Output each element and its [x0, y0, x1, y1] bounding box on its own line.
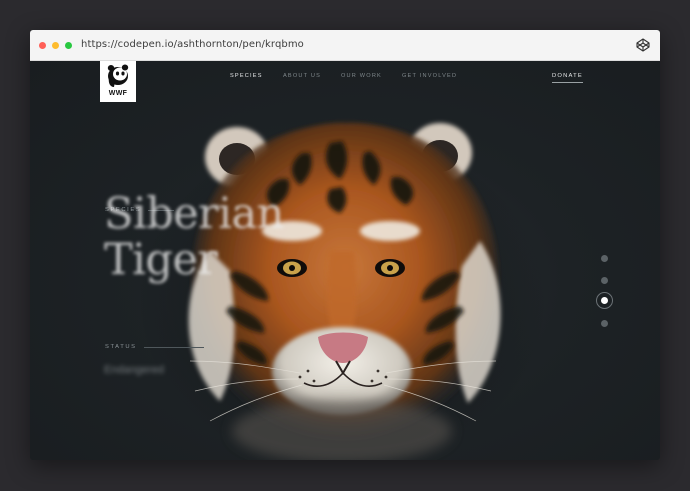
minimize-window-button[interactable]	[52, 42, 59, 49]
wwf-logo-text: WWF	[108, 90, 128, 97]
nav-item-our-work[interactable]: OUR WORK	[341, 73, 382, 79]
maximize-window-button[interactable]	[65, 42, 72, 49]
status-label: STATUS	[105, 344, 137, 350]
slide-pager	[596, 251, 613, 331]
species-name: Siberian Tiger	[104, 191, 284, 283]
pager-dot-1[interactable]	[601, 255, 608, 262]
nav-item-get-involved[interactable]: GET INVOLVED	[402, 73, 457, 79]
nav-item-species[interactable]: SPECIES	[230, 73, 263, 79]
species-name-line-1: Siberian	[104, 189, 284, 239]
nav-item-about-us[interactable]: ABOUT US	[283, 73, 321, 79]
species-name-line-2: Tiger	[104, 235, 218, 285]
pager-dot-3[interactable]	[601, 297, 608, 304]
status-value: Endangered	[104, 364, 164, 376]
browser-titlebar: https://codepen.io/ashthornton/pen/krqbm…	[30, 30, 660, 61]
main-nav: SPECIES ABOUT US OUR WORK GET INVOLVED D…	[30, 73, 660, 87]
donate-link[interactable]: DONATE	[552, 73, 583, 83]
close-window-button[interactable]	[39, 42, 46, 49]
status-label-divider	[144, 347, 204, 348]
pager-dot-4[interactable]	[601, 320, 608, 327]
browser-window: https://codepen.io/ashthornton/pen/krqbm…	[30, 30, 660, 460]
web-page: WWF SPECIES ABOUT US OUR WORK GET INVOLV…	[30, 61, 660, 460]
pager-dot-2[interactable]	[601, 277, 608, 284]
codepen-icon[interactable]	[636, 38, 650, 52]
address-bar[interactable]: https://codepen.io/ashthornton/pen/krqbm…	[81, 39, 304, 50]
